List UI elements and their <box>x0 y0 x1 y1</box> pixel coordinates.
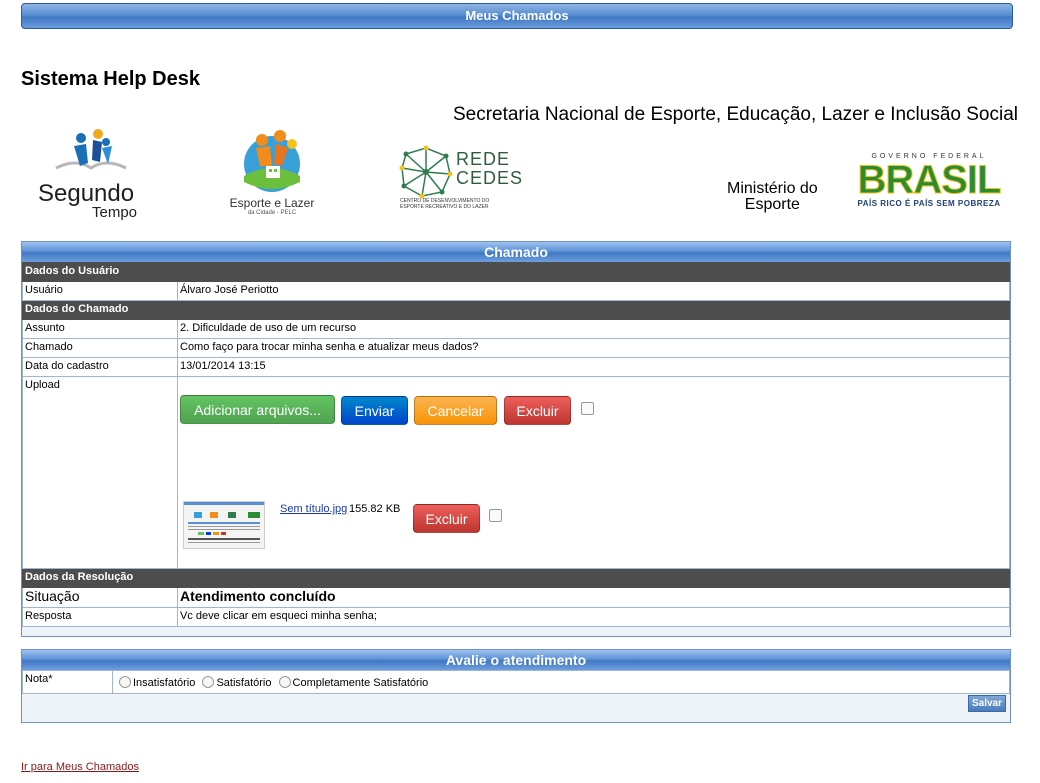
chamado-panel-title: Chamado <box>22 242 1010 262</box>
row-upload: Upload Adicionar arquivos... Enviar Canc… <box>22 376 1010 569</box>
section-dados-usuario: Dados do Usuário <box>22 262 1010 282</box>
avaliacao-table: Nota* Insatisfatório Satisfatório Comple… <box>22 670 1010 694</box>
radio-completamente-satisfatorio[interactable] <box>278 676 291 688</box>
ministerio-line2: Esporte <box>744 196 800 213</box>
upload-area: Adicionar arquivos... Enviar Cancelar Ex… <box>177 376 1010 569</box>
file-name-link[interactable]: Sem título.jpg <box>280 501 347 518</box>
assunto-label: Assunto <box>22 319 178 339</box>
brasil-word-text: BRASIL <box>857 158 1002 202</box>
situacao-label: Situação <box>22 587 178 608</box>
file-thumbnail <box>183 501 265 549</box>
resposta-label: Resposta <box>22 607 178 627</box>
ministerio-logo-text: Ministério do Esporte <box>727 181 818 213</box>
brasil-word: BRASIL <box>840 158 1018 202</box>
file-thumbnail-image-icon <box>184 502 264 543</box>
chamado-panel: Chamado Dados do Usuário Usuário Álvaro J… <box>21 241 1011 637</box>
upload-label: Upload <box>22 376 178 569</box>
file-size: 155.82 KB <box>349 503 401 515</box>
segundo-tempo-line2: Tempo <box>92 204 138 221</box>
row-data-cadastro: Data do cadastro 13/01/2014 13:15 <box>22 357 1010 377</box>
row-resposta: Resposta Vc deve clicar em esqueci minha … <box>22 607 1010 627</box>
assunto-value: 2. Dificuldade de uso de um recurso <box>177 319 1010 339</box>
meus-chamados-link[interactable]: Ir para Meus Chamados <box>21 761 139 773</box>
select-all-checkbox[interactable] <box>581 402 594 415</box>
rede-cedes-line2: CEDES <box>456 168 524 188</box>
cancel-button[interactable]: Cancelar <box>414 396 497 425</box>
radio-satisfatorio[interactable] <box>202 676 215 688</box>
add-files-button[interactable]: Adicionar arquivos... <box>180 395 335 424</box>
usuario-value: Álvaro José Periotto <box>177 281 1010 301</box>
brasil-governo-logo: GOVERNO FEDERAL BRASIL PAÍS RICO É PAÍS … <box>840 152 1018 212</box>
brasil-slogan: PAÍS RICO É PAÍS SEM POBREZA <box>857 199 1001 208</box>
delete-all-button[interactable]: Excluir <box>504 396 571 425</box>
rede-cedes-logo: REDE CEDES CENTRO DE DESENVOLVIMENTO DO … <box>398 144 522 212</box>
row-chamado: Chamado Como faço para trocar minha senha… <box>22 338 1010 358</box>
option-insatisfatorio: Insatisfatório <box>133 677 196 689</box>
ministerio-line1: Ministério do <box>727 180 818 197</box>
row-assunto: Assunto 2. Dificuldade de uso de um recur… <box>22 319 1010 339</box>
rede-cedes-network-icon <box>399 145 453 199</box>
chamado-label: Chamado <box>22 338 178 358</box>
radio-insatisfatorio[interactable] <box>119 676 131 688</box>
file-select-checkbox[interactable] <box>489 509 502 522</box>
save-button[interactable]: Salvar <box>967 695 1006 712</box>
chamado-value: Como faço para trocar minha senha e atua… <box>177 338 1010 358</box>
send-button[interactable]: Enviar <box>341 396 408 425</box>
segundo-tempo-logo: Segundo Tempo <box>36 128 146 221</box>
data-cadastro-label: Data do cadastro <box>22 357 178 377</box>
resposta-value: Vc deve clicar em esqueci minha senha; <box>177 607 1010 627</box>
nota-options: Insatisfatório Satisfatório Completament… <box>112 670 1010 694</box>
situacao-value: Atendimento concluído <box>177 587 1010 608</box>
chamado-table: Dados do Usuário Usuário Álvaro José Peri… <box>22 262 1010 627</box>
esporte-lazer-line1: Esporte e Lazer <box>229 196 315 210</box>
avaliacao-panel-title: Avalie o atendimento <box>22 650 1010 670</box>
avaliacao-footer: Salvar <box>22 694 1010 718</box>
data-cadastro-value: 13/01/2014 13:15 <box>177 357 1010 377</box>
rede-cedes-line1: REDE <box>456 149 511 169</box>
section-dados-chamado: Dados do Chamado <box>22 300 1010 320</box>
nota-label: Nota* <box>22 670 113 694</box>
delete-file-button[interactable]: Excluir <box>413 504 480 533</box>
segundo-tempo-line1: Segundo <box>38 180 135 207</box>
secretaria-title: Secretaria Nacional de Esporte, Educação… <box>452 104 1018 125</box>
esporte-lazer-logo: Esporte e Lazer da Cidade - PELC <box>226 126 318 218</box>
row-usuario: Usuário Álvaro José Periotto <box>22 281 1010 301</box>
row-situacao: Situação Atendimento concluído <box>22 587 1010 608</box>
section-dados-resolucao: Dados da Resolução <box>22 568 1010 588</box>
avaliacao-panel: Avalie o atendimento Nota* Insatisfatóri… <box>21 649 1011 723</box>
top-title-bar: Meus Chamados <box>21 3 1013 29</box>
option-completamente-satisfatorio: Completamente Satisfatório <box>292 677 429 689</box>
row-nota: Nota* Insatisfatório Satisfatório Comple… <box>22 670 1010 694</box>
top-title: Meus Chamados <box>465 8 569 23</box>
rede-cedes-sub2: ESPORTE RECREATIVO E DO LAZER <box>400 204 489 210</box>
esporte-lazer-line2: da Cidade - PELC <box>247 210 297 216</box>
option-satisfatorio: Satisfatório <box>216 677 272 689</box>
esporte-lazer-emblem-icon <box>244 130 300 192</box>
usuario-label: Usuário <box>22 281 178 301</box>
app-title: Sistema Help Desk <box>21 68 200 90</box>
segundo-tempo-figures-icon <box>55 129 127 170</box>
